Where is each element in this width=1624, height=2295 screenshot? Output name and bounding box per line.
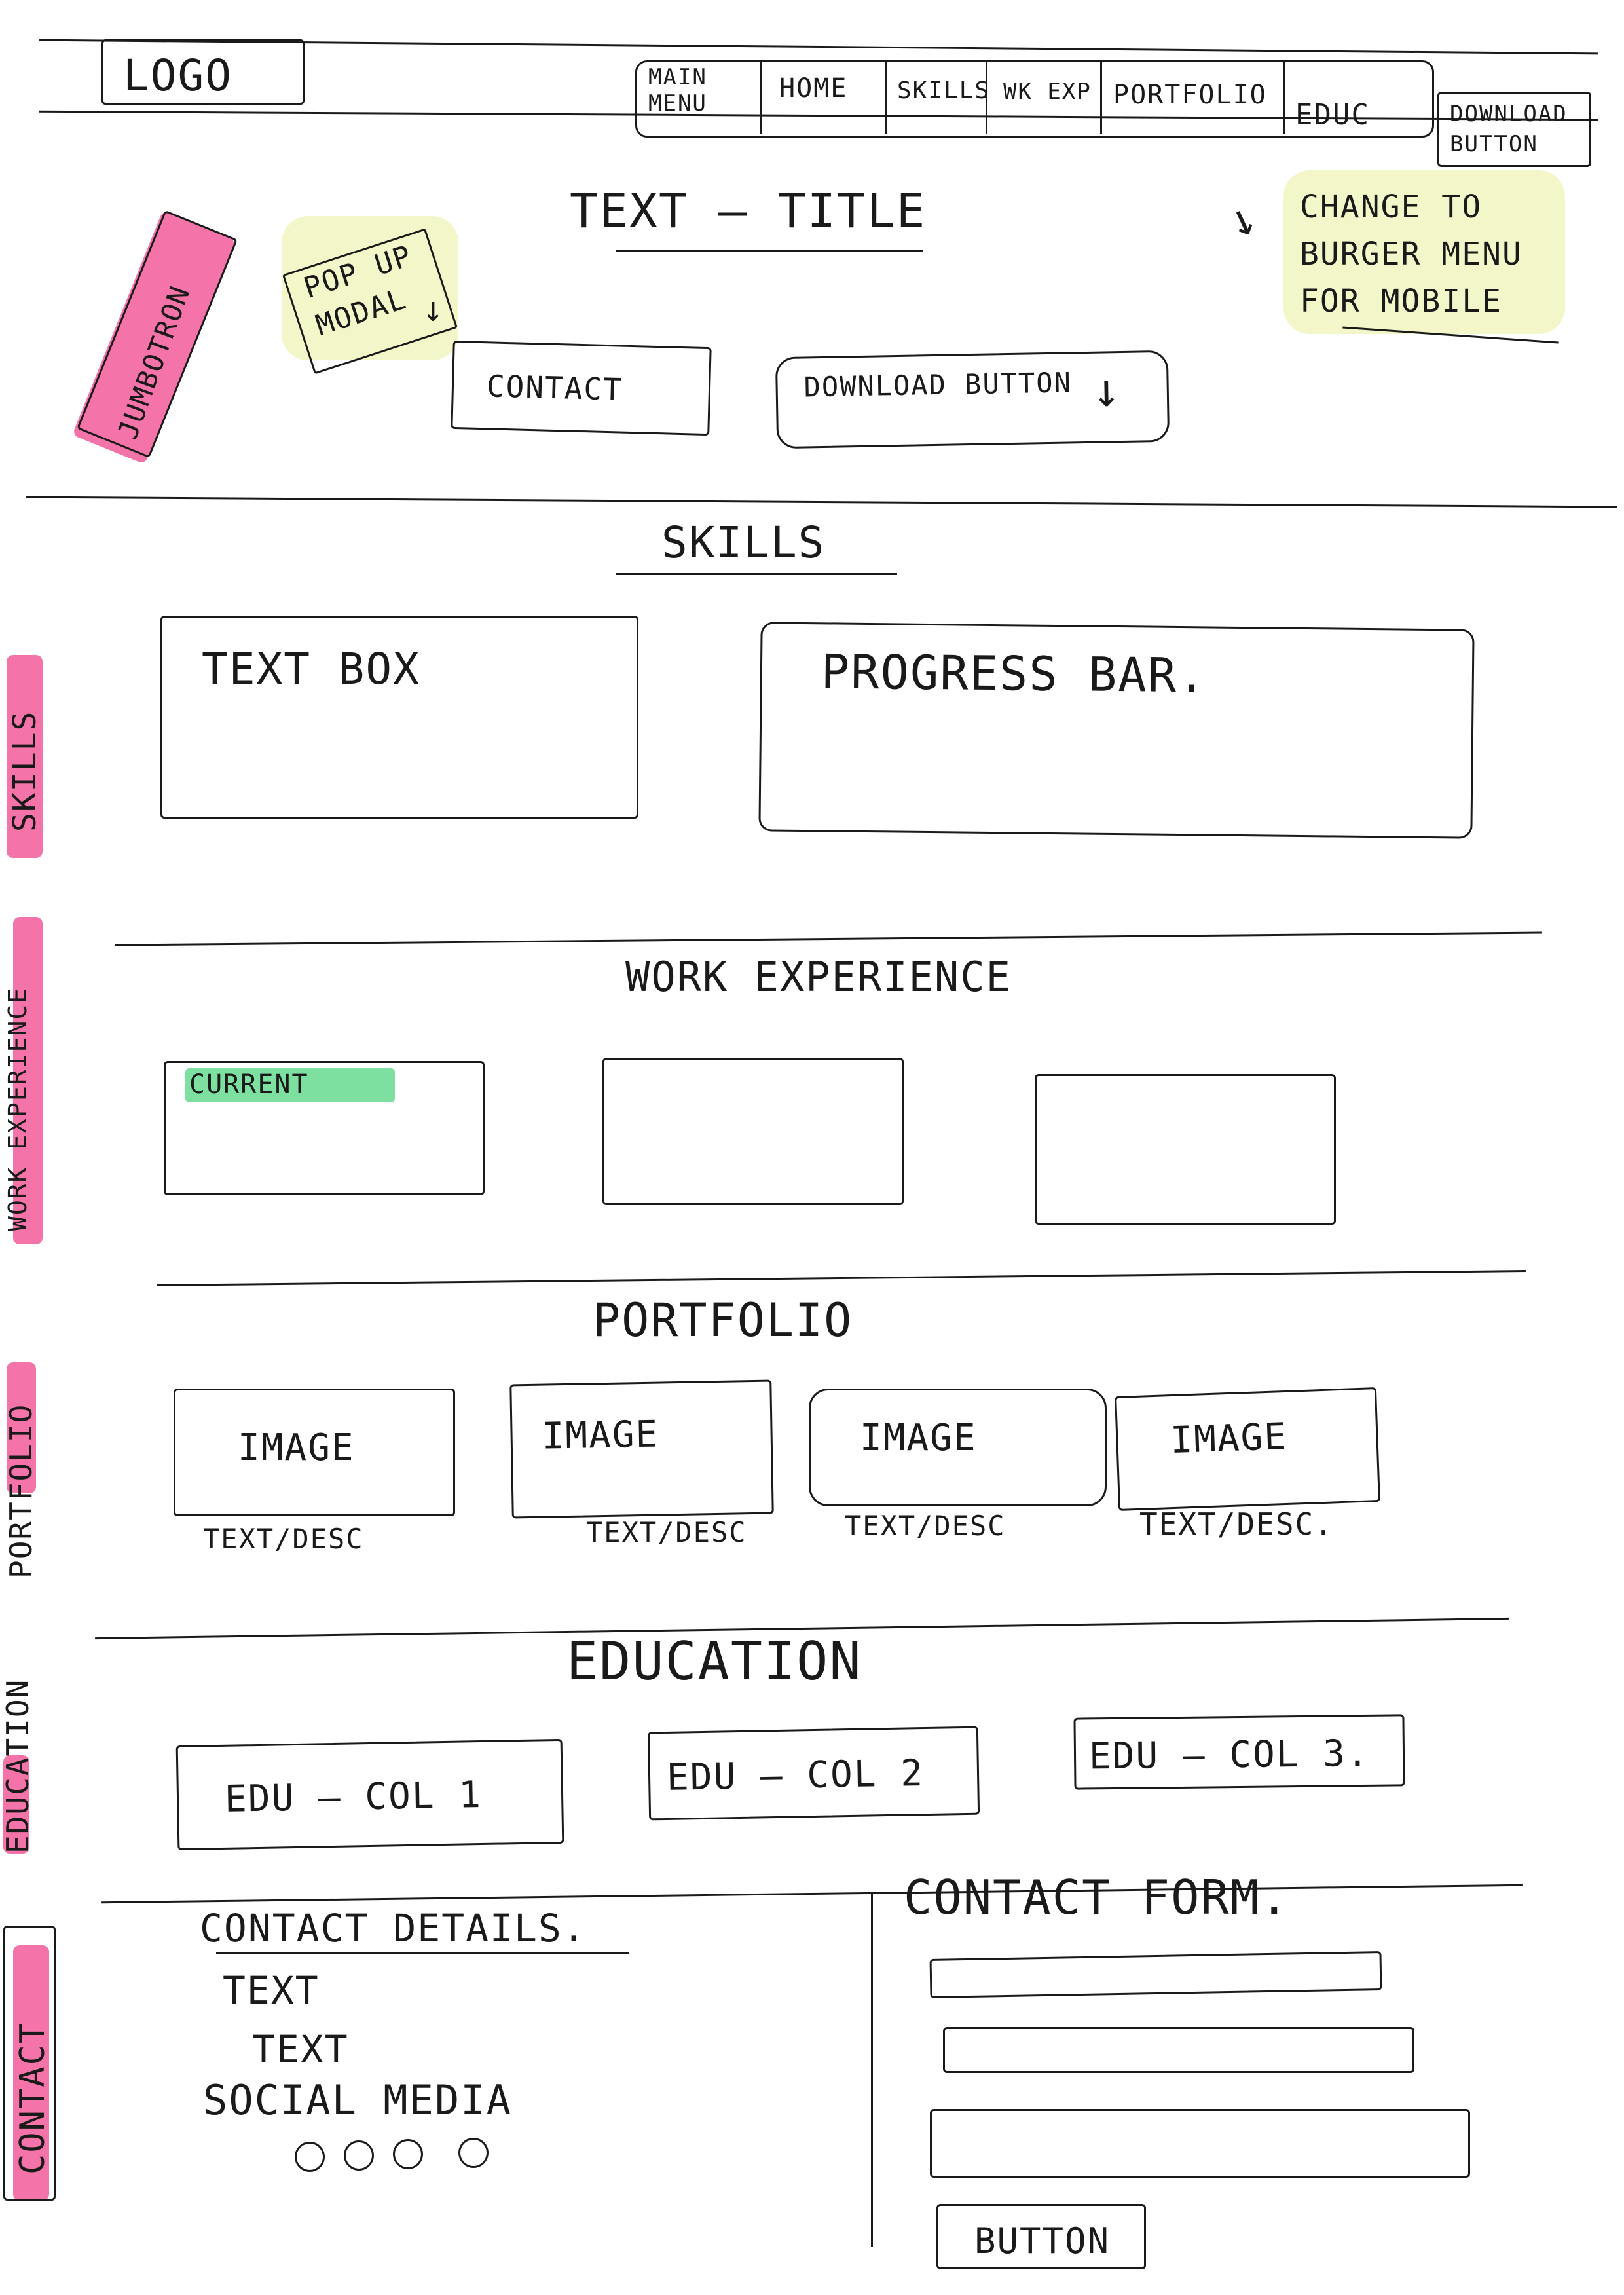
skills-heading: SKILLS bbox=[661, 517, 826, 568]
side-label-education: EDUCATION bbox=[0, 1678, 35, 1854]
contact-divider bbox=[101, 1884, 1522, 1904]
social-icon[interactable] bbox=[295, 2142, 325, 2172]
nav-divider bbox=[1100, 62, 1102, 134]
nav-educ[interactable]: EDUC bbox=[1295, 98, 1370, 132]
skills-text-box-label: TEXT BOX bbox=[202, 644, 420, 694]
portfolio-image[interactable]: IMAGE bbox=[174, 1389, 455, 1516]
contact-text: TEXT bbox=[223, 1968, 320, 2013]
skills-text-box: TEXT BOX bbox=[160, 616, 638, 819]
side-label-contact: CONTACT bbox=[13, 2021, 52, 2174]
nav-home[interactable]: HOME bbox=[779, 73, 847, 103]
portfolio-desc: TEXT/DESC bbox=[845, 1510, 1006, 1542]
logo-text: LOGO bbox=[123, 50, 232, 101]
hero-title-underline bbox=[616, 250, 923, 252]
logo[interactable]: LOGO bbox=[101, 39, 304, 105]
nav-skills[interactable]: SKILLS bbox=[897, 77, 990, 104]
mobile-note: CHANGE TO BURGER MENU FOR MOBILE bbox=[1300, 189, 1522, 320]
contact-form-field[interactable] bbox=[930, 2109, 1470, 2178]
arrow-right-icon: ↘ bbox=[1223, 187, 1267, 247]
nav-portfolio[interactable]: PORTFOLIO bbox=[1113, 80, 1267, 110]
side-label-work: WORK EXPERIENCE bbox=[3, 986, 32, 1231]
portfolio-image[interactable]: IMAGE bbox=[1115, 1387, 1380, 1511]
work-heading: WORK EXPERIENCE bbox=[625, 953, 1012, 1001]
portfolio-image-label: IMAGE bbox=[238, 1427, 355, 1469]
education-heading: EDUCATION bbox=[566, 1631, 862, 1692]
skills-progress-bar: PROGRESS BAR. bbox=[758, 622, 1475, 839]
contact-details-heading: CONTACT DETAILS. bbox=[200, 1906, 587, 1950]
contact-form-button-label: BUTTON bbox=[974, 2220, 1111, 2262]
contact-details-underline bbox=[216, 1952, 629, 1954]
nav-divider bbox=[986, 62, 987, 134]
nav-divider bbox=[885, 62, 887, 134]
hero-download-label: DOWNLOAD BUTTON bbox=[803, 366, 1073, 403]
social-icon[interactable] bbox=[458, 2138, 489, 2168]
header-download-label: DOWNLOAD BUTTON bbox=[1450, 101, 1568, 157]
education-col-1: EDU — COL 1 bbox=[175, 1738, 564, 1851]
education-col-2: EDU — COL 2 bbox=[647, 1726, 980, 1821]
hero-title: TEXT — TITLE bbox=[570, 183, 927, 238]
portfolio-image[interactable]: IMAGE bbox=[509, 1379, 774, 1519]
contact-button[interactable]: CONTACT bbox=[451, 340, 712, 436]
portfolio-desc: TEXT/DESC bbox=[586, 1516, 747, 1548]
social-icon[interactable] bbox=[393, 2139, 423, 2169]
side-label-skills: SKILLS bbox=[7, 710, 43, 832]
contact-button-label: CONTACT bbox=[486, 368, 623, 407]
work-card bbox=[602, 1058, 904, 1205]
work-card-current: CURRENT bbox=[164, 1061, 485, 1195]
portfolio-image[interactable]: IMAGE bbox=[809, 1389, 1107, 1506]
contact-vertical-divider bbox=[871, 1893, 873, 2247]
skills-heading-underline bbox=[616, 573, 897, 575]
work-divider bbox=[115, 931, 1542, 946]
contact-form-heading: CONTACT FORM. bbox=[904, 1870, 1290, 1925]
contact-form-button[interactable]: BUTTON bbox=[936, 2204, 1146, 2269]
side-label-portfolio: PORTFOLIO bbox=[3, 1403, 39, 1578]
skills-divider bbox=[26, 496, 1617, 508]
portfolio-heading: PORTFOLIO bbox=[593, 1294, 853, 1347]
hero-download-button[interactable]: DOWNLOAD BUTTON ↓ bbox=[775, 350, 1170, 449]
nav-main-menu[interactable]: MAIN MENU bbox=[648, 64, 753, 117]
nav-divider bbox=[760, 62, 762, 134]
portfolio-divider bbox=[157, 1270, 1526, 1286]
contact-text: TEXT bbox=[252, 2027, 349, 2072]
social-media-label: SOCIAL MEDIA bbox=[203, 2076, 512, 2124]
contact-form-field[interactable] bbox=[943, 2027, 1414, 2073]
education-col-label: EDU — COL 2 bbox=[666, 1752, 925, 1799]
nav-wk-exp[interactable]: WK EXP bbox=[1003, 79, 1092, 105]
portfolio-desc: TEXT/DESC. bbox=[1139, 1506, 1334, 1542]
download-arrow-icon: ↓ bbox=[1092, 362, 1121, 418]
education-col-3: EDU — COL 3. bbox=[1073, 1714, 1405, 1790]
contact-form-field[interactable] bbox=[929, 1950, 1382, 1999]
work-card bbox=[1035, 1074, 1336, 1225]
education-col-label: EDU — COL 3. bbox=[1088, 1732, 1370, 1778]
portfolio-desc: TEXT/DESC bbox=[203, 1523, 364, 1555]
skills-progress-bar-label: PROGRESS BAR. bbox=[821, 644, 1208, 703]
current-label: CURRENT bbox=[189, 1070, 309, 1100]
portfolio-image-label: IMAGE bbox=[860, 1417, 977, 1459]
portfolio-image-label: IMAGE bbox=[1170, 1415, 1289, 1463]
social-icon[interactable] bbox=[344, 2140, 374, 2171]
education-col-label: EDU — COL 1 bbox=[224, 1774, 483, 1821]
arrow-down-icon: ↓ bbox=[422, 288, 444, 329]
header-download-button[interactable]: DOWNLOAD BUTTON bbox=[1437, 92, 1591, 167]
portfolio-image-label: IMAGE bbox=[542, 1413, 659, 1458]
nav-divider bbox=[1283, 62, 1285, 134]
